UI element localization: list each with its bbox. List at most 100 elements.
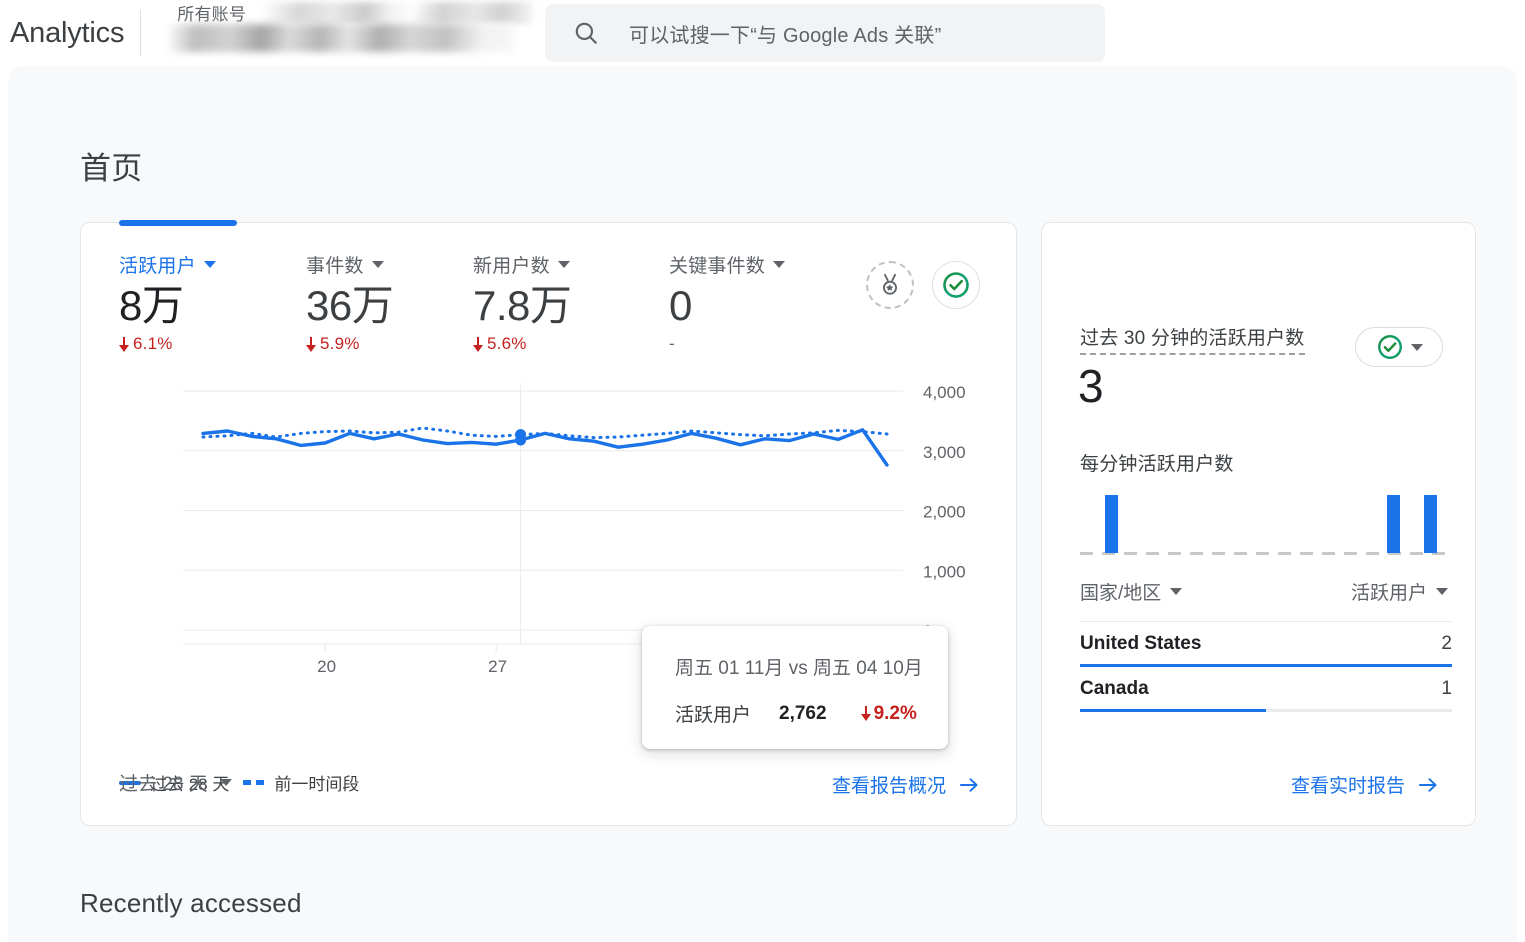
metric-new-users-header[interactable]: 新用户数 <box>473 251 571 278</box>
medal-glyph <box>877 272 903 298</box>
table-row-bar-track <box>1080 709 1452 712</box>
realtime-bar <box>1424 495 1437 553</box>
arrow-down-icon <box>861 706 871 721</box>
svg-text:20: 20 <box>317 657 336 673</box>
realtime-table-header: 国家/地区 活跃用户 <box>1080 578 1448 605</box>
svg-text:27: 27 <box>488 657 507 673</box>
chevron-down-icon[interactable] <box>372 261 384 268</box>
table-row-country: Canada <box>1080 678 1149 700</box>
realtime-title: 过去 30 分钟的活跃用户数 <box>1080 323 1305 355</box>
metric-key-events-label: 关键事件数 <box>669 251 765 278</box>
metric-new-users-label: 新用户数 <box>473 251 550 278</box>
search-placeholder: 可以试搜一下“与 Google Ads 关联” <box>629 19 941 48</box>
table-row-bar-fill <box>1080 709 1266 712</box>
view-reports-snapshot-label: 查看报告概况 <box>832 771 946 798</box>
table-row[interactable]: United States 2 <box>1080 622 1452 667</box>
realtime-column-country-label: 国家/地区 <box>1080 578 1161 605</box>
account-selector-label: 所有账号 <box>177 0 246 25</box>
realtime-column-country[interactable]: 国家/地区 <box>1080 578 1182 605</box>
chevron-down-icon[interactable] <box>1170 588 1182 595</box>
check-circle-icon[interactable] <box>932 261 980 309</box>
realtime-status-selector[interactable] <box>1355 327 1443 367</box>
top-bar: Analytics 所有账号 可以试搜一下“与 Google Ads 关联” <box>0 0 1525 66</box>
metric-new-users-delta-value: 5.6% <box>487 334 527 354</box>
metric-new-users[interactable]: 新用户数 7.8万 5.6% <box>473 251 571 354</box>
realtime-column-active-users-label: 活跃用户 <box>1351 578 1427 605</box>
realtime-column-active-users[interactable]: 活跃用户 <box>1351 578 1448 605</box>
recently-accessed-heading: Recently accessed <box>80 888 302 919</box>
table-row-count: 1 <box>1441 678 1452 700</box>
realtime-card: 过去 30 分钟的活跃用户数 3 每分钟活跃用户数 国家/地区 <box>1041 222 1476 826</box>
realtime-bar <box>1387 495 1400 553</box>
overview-card-footer: 过去 28 天 查看报告概况 <box>81 755 1016 825</box>
realtime-card-footer: 查看实时报告 <box>1042 755 1475 825</box>
metric-key-events-value: 0 <box>669 284 785 328</box>
check-circle-icon <box>1376 333 1404 361</box>
metric-event-count-delta: 5.9% <box>306 334 393 354</box>
tooltip-metric-delta: 9.2% <box>861 703 917 725</box>
overview-card: 活跃用户 8万 6.1% 事件数 36万 5.9% <box>80 222 1017 826</box>
top-divider <box>140 10 141 56</box>
table-row-country: United States <box>1080 633 1201 655</box>
view-realtime-report-link[interactable]: 查看实时报告 <box>1291 771 1439 798</box>
arrow-down-icon <box>306 337 316 352</box>
metric-active-users[interactable]: 活跃用户 8万 6.1% <box>119 251 216 354</box>
svg-text:1,000: 1,000 <box>923 562 966 581</box>
tooltip-metric-value: 2,762 <box>779 703 827 725</box>
svg-text:4,000: 4,000 <box>923 383 966 402</box>
arrow-right-icon <box>958 776 980 794</box>
view-realtime-report-label: 查看实时报告 <box>1291 771 1405 798</box>
realtime-bar <box>1105 495 1118 553</box>
arrow-down-icon <box>119 337 129 352</box>
tooltip-metric-label: 活跃用户 <box>675 700 751 727</box>
check-circle-glyph <box>941 270 971 300</box>
chart-tooltip: 周五 01 11月 vs 周五 04 10月 活跃用户 2,762 9.2% <box>642 626 948 749</box>
metric-key-events-header[interactable]: 关键事件数 <box>669 251 785 278</box>
metric-new-users-value: 7.8万 <box>473 284 571 328</box>
metric-active-users-header[interactable]: 活跃用户 <box>119 251 216 278</box>
chevron-down-icon[interactable] <box>773 261 785 268</box>
metric-key-events-delta: - <box>669 334 785 354</box>
search-input[interactable]: 可以试搜一下“与 Google Ads 关联” <box>545 4 1105 62</box>
arrow-down-icon <box>473 337 483 352</box>
metric-active-users-delta-value: 6.1% <box>133 334 173 354</box>
table-row[interactable]: Canada 1 <box>1080 667 1452 712</box>
realtime-active-users-value: 3 <box>1078 359 1103 413</box>
metric-active-users-delta: 6.1% <box>119 334 216 354</box>
analytics-logo[interactable]: Analytics <box>0 17 124 50</box>
account-selector[interactable]: 所有账号 <box>155 0 525 66</box>
page-container: 首页 Recently accessed 活跃用户 8万 6.1% 事件数 <box>8 66 1517 942</box>
page-title: 首页 <box>80 143 143 188</box>
svg-text:3,000: 3,000 <box>923 443 966 462</box>
chevron-down-icon[interactable] <box>1411 344 1423 351</box>
chevron-down-icon[interactable] <box>204 261 216 268</box>
tooltip-metric-row: 活跃用户 2,762 9.2% <box>675 700 917 727</box>
metric-event-count-delta-value: 5.9% <box>320 334 360 354</box>
date-range-label: 过去 28 天 <box>119 769 208 796</box>
svg-text:2,000: 2,000 <box>923 503 966 522</box>
card-badge-icons <box>866 261 980 309</box>
view-reports-snapshot-link[interactable]: 查看报告概况 <box>832 771 980 798</box>
metric-active-users-label: 活跃用户 <box>119 251 196 278</box>
chevron-down-icon[interactable] <box>1436 588 1448 595</box>
search-icon <box>573 20 599 46</box>
tooltip-delta-value: 9.2% <box>874 703 917 725</box>
chevron-down-icon[interactable] <box>220 779 232 786</box>
realtime-country-table: United States 2 Canada 1 <box>1080 621 1452 712</box>
metric-new-users-delta: 5.6% <box>473 334 571 354</box>
arrow-right-icon <box>1417 776 1439 794</box>
metric-key-events[interactable]: 关键事件数 0 - <box>669 251 785 354</box>
realtime-bar-chart <box>1080 481 1450 559</box>
metric-event-count-header[interactable]: 事件数 <box>306 251 393 278</box>
date-range-selector[interactable]: 过去 28 天 <box>119 769 232 796</box>
account-name-redacted-line1 <box>263 2 533 24</box>
active-metric-tab-indicator <box>119 220 237 226</box>
table-row-count: 2 <box>1441 633 1452 655</box>
metric-event-count-value: 36万 <box>306 284 393 328</box>
realtime-bars-label: 每分钟活跃用户数 <box>1080 449 1234 476</box>
medal-icon[interactable] <box>866 261 914 309</box>
account-name-redacted-line2 <box>169 24 514 52</box>
metric-event-count[interactable]: 事件数 36万 5.9% <box>306 251 393 354</box>
chevron-down-icon[interactable] <box>558 261 570 268</box>
metric-row: 活跃用户 8万 6.1% 事件数 36万 5.9% <box>81 251 1016 366</box>
